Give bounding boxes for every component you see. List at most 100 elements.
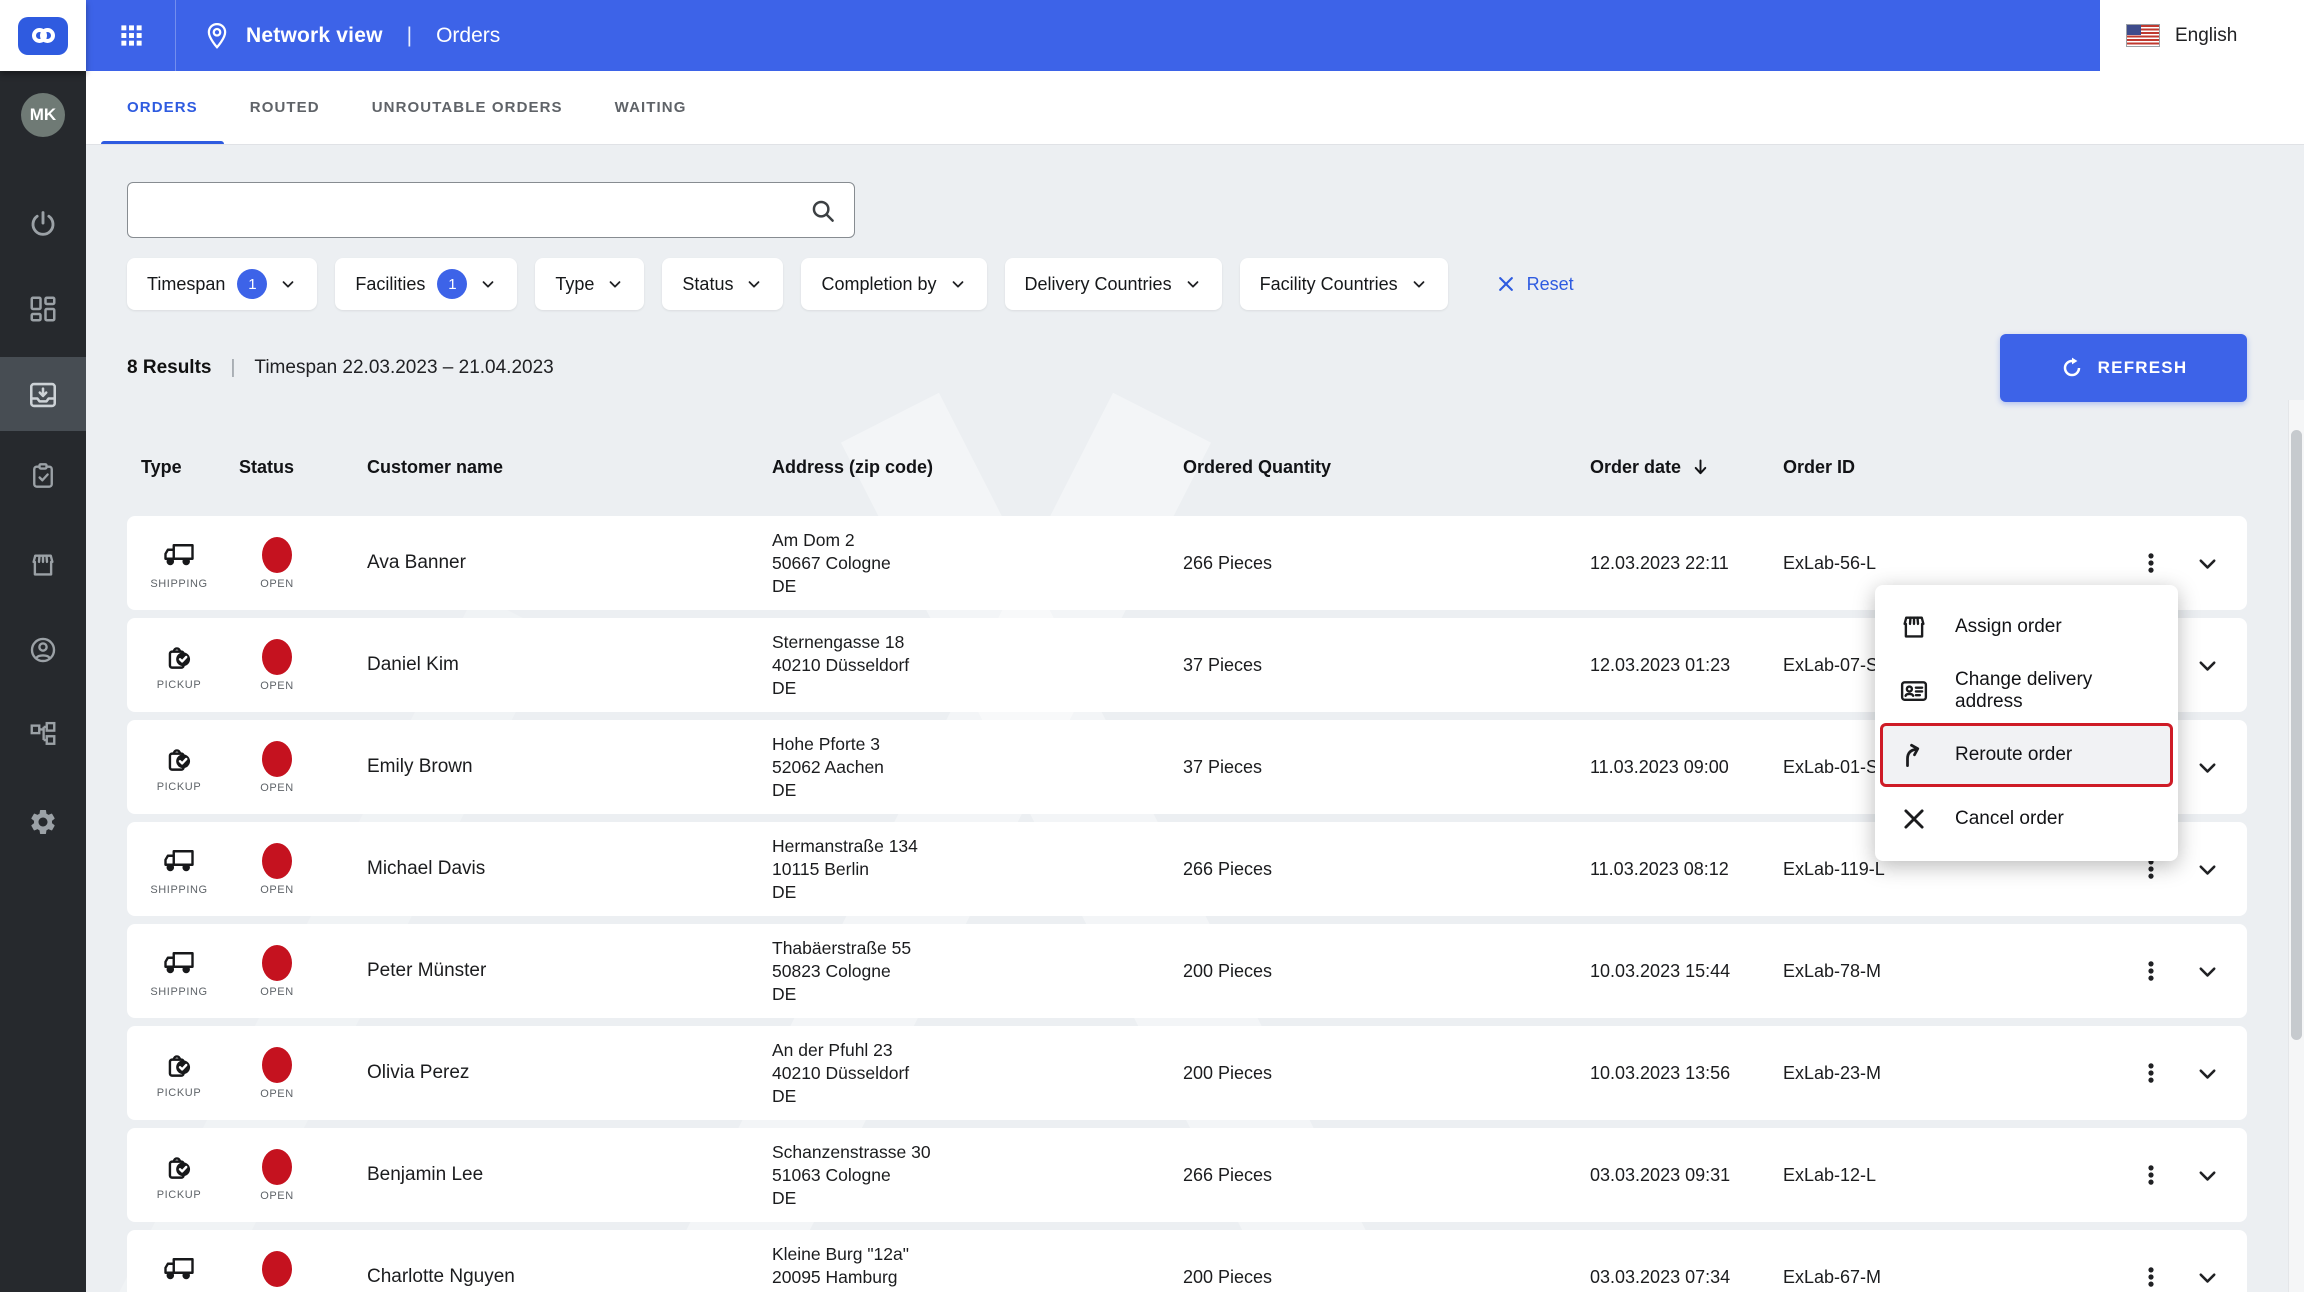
expand-chevron-icon[interactable] xyxy=(2194,958,2221,985)
order-status-cell: OPEN xyxy=(239,638,315,692)
order-id: ExLab-12-L xyxy=(1783,1164,1877,1185)
tab-orders[interactable]: ORDERS xyxy=(101,71,224,144)
chip-label: Facilities xyxy=(355,273,426,294)
row-actions xyxy=(2033,1264,2247,1291)
person-circle-icon[interactable] xyxy=(0,635,86,665)
refresh-label: REFRESH xyxy=(2097,358,2188,377)
language-selector[interactable]: English xyxy=(2100,0,2304,71)
results-timespan: Timespan 22.03.2023 – 21.04.2023 xyxy=(254,357,554,378)
filter-chip-delivery-countries[interactable]: Delivery Countries xyxy=(1004,258,1222,310)
search-icon[interactable] xyxy=(809,197,836,224)
chip-label: Timespan xyxy=(147,273,226,294)
customer-name: Ava Banner xyxy=(367,552,466,573)
pickup-bag-icon xyxy=(162,1150,196,1184)
kebab-menu-icon[interactable] xyxy=(2138,1162,2164,1188)
kebab-menu-icon[interactable] xyxy=(2138,958,2164,984)
shipping-truck-icon xyxy=(161,537,197,573)
order-type-label: SHIPPING xyxy=(150,577,208,590)
table-row[interactable]: PICKUP OPEN Olivia Perez An der Pfuhl 23… xyxy=(127,1026,2247,1120)
clipboard-check-icon[interactable] xyxy=(0,461,86,491)
scrollbar-thumb[interactable] xyxy=(2291,430,2302,1040)
pickup-bag-icon xyxy=(162,640,196,674)
delivery-address: Thabäerstraße 55 50823 Cologne DE xyxy=(772,937,912,1004)
chip-label: Type xyxy=(555,273,595,294)
orders-inbox-icon[interactable] xyxy=(0,379,86,411)
order-type-label: PICKUP xyxy=(156,678,202,691)
filter-chip-timespan[interactable]: Timespan 1 xyxy=(127,258,318,310)
close-icon xyxy=(1899,804,1929,834)
status-open-dot xyxy=(262,944,292,981)
order-type-label: SHIPPING xyxy=(150,985,208,998)
table-row[interactable]: SHIPPING OPEN Charlotte Nguyen Kleine Bu… xyxy=(127,1230,2247,1292)
expand-chevron-icon[interactable] xyxy=(2194,856,2221,883)
dashboard-icon[interactable] xyxy=(0,294,86,324)
expand-chevron-icon[interactable] xyxy=(2194,1060,2221,1087)
expand-chevron-icon[interactable] xyxy=(2194,652,2221,679)
filter-chip-completion-by[interactable]: Completion by xyxy=(801,258,987,310)
order-status-cell: OPEN xyxy=(239,1046,315,1100)
title-separator: | xyxy=(406,23,413,47)
tab-bar: ORDERS ROUTED UNROUTABLE ORDERS WAITING xyxy=(86,71,2304,145)
filter-chip-status[interactable]: Status xyxy=(662,258,784,310)
storefront-icon[interactable] xyxy=(0,550,86,580)
tab-waiting[interactable]: WAITING xyxy=(589,71,713,144)
reset-label: Reset xyxy=(1526,273,1574,294)
column-header-order-date[interactable]: Order date xyxy=(1590,457,1783,478)
reset-filters-button[interactable]: Reset xyxy=(1496,274,1574,295)
filter-chip-type[interactable]: Type xyxy=(535,258,645,310)
language-label: English xyxy=(2175,24,2238,46)
expand-chevron-icon[interactable] xyxy=(2194,1264,2221,1291)
expand-chevron-icon[interactable] xyxy=(2194,754,2221,781)
customer-name: Charlotte Nguyen xyxy=(367,1266,515,1287)
delivery-address: Hohe Pforte 3 52062 Aachen DE xyxy=(772,733,884,800)
search-box[interactable] xyxy=(127,182,855,238)
order-date: 11.03.2023 08:12 xyxy=(1590,858,1729,879)
order-type-label: SHIPPING xyxy=(150,883,208,896)
kebab-menu-icon[interactable] xyxy=(2138,1264,2164,1290)
settings-gear-icon[interactable] xyxy=(0,807,86,837)
order-date: 03.03.2023 07:34 xyxy=(1590,1266,1731,1287)
ordered-quantity: 266 Pieces xyxy=(1183,1164,1273,1185)
order-id: ExLab-78-M xyxy=(1783,960,1882,981)
row-context-menu: Assign order Change delivery address Rer… xyxy=(1875,585,2178,861)
chevron-down-icon xyxy=(606,275,624,293)
status-open-dot xyxy=(262,1148,292,1185)
app-logo[interactable] xyxy=(0,0,86,71)
kebab-menu-icon[interactable] xyxy=(2138,550,2164,576)
shipping-truck-icon xyxy=(161,843,197,879)
hierarchy-icon[interactable] xyxy=(0,720,86,750)
delivery-address: Am Dom 2 50667 Cologne DE xyxy=(772,529,891,596)
order-id: ExLab-56-L xyxy=(1783,552,1877,573)
menu-item-change-delivery-address[interactable]: Change delivery address xyxy=(1875,659,2178,723)
shipping-truck-icon xyxy=(161,1251,197,1287)
menu-item-reroute-order[interactable]: Reroute order xyxy=(1880,723,2173,787)
order-status-cell: OPEN xyxy=(239,740,315,794)
filter-chip-facilities[interactable]: Facilities 1 xyxy=(335,258,518,310)
apps-grid-icon[interactable] xyxy=(118,22,145,49)
expand-chevron-icon[interactable] xyxy=(2194,550,2221,577)
delivery-address: Sternengasse 18 40210 Düsseldorf DE xyxy=(772,631,910,698)
search-input[interactable] xyxy=(146,198,809,222)
menu-item-cancel-order[interactable]: Cancel order xyxy=(1875,787,2178,851)
avatar[interactable]: MK xyxy=(21,93,65,137)
chevron-down-icon xyxy=(1184,275,1202,293)
table-header: Type Status Customer name Address (zip c… xyxy=(127,432,2247,502)
menu-item-assign-order[interactable]: Assign order xyxy=(1875,595,2178,659)
topbar-divider xyxy=(175,0,176,71)
expand-chevron-icon[interactable] xyxy=(2194,1162,2221,1189)
results-bar: 8 Results | Timespan 22.03.2023 – 21.04.… xyxy=(127,334,2247,402)
customer-name: Emily Brown xyxy=(367,756,473,777)
order-status-label: OPEN xyxy=(260,781,294,794)
tab-unroutable-orders[interactable]: UNROUTABLE ORDERS xyxy=(346,71,589,144)
filter-chip-facility-countries[interactable]: Facility Countries xyxy=(1239,258,1448,310)
table-row[interactable]: SHIPPING OPEN Peter Münster Thabäerstraß… xyxy=(127,924,2247,1018)
order-id: ExLab-67-M xyxy=(1783,1266,1882,1287)
order-status-label: OPEN xyxy=(260,1087,294,1100)
power-icon[interactable] xyxy=(0,209,86,239)
vertical-scrollbar[interactable] xyxy=(2288,400,2304,1292)
refresh-button[interactable]: REFRESH xyxy=(2000,334,2247,402)
table-row[interactable]: PICKUP OPEN Benjamin Lee Schanzenstrasse… xyxy=(127,1128,2247,1222)
kebab-menu-icon[interactable] xyxy=(2138,1060,2164,1086)
tab-routed[interactable]: ROUTED xyxy=(224,71,346,144)
customer-name: Peter Münster xyxy=(367,960,487,981)
